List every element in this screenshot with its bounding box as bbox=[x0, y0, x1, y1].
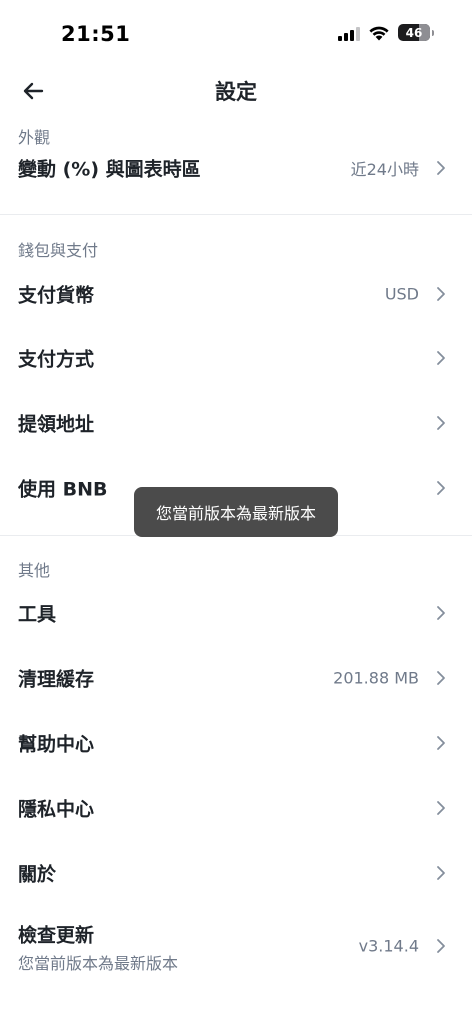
settings-row-withdrawal-address[interactable]: 提領地址 bbox=[0, 398, 472, 448]
row-label: 支付方式 bbox=[18, 348, 95, 371]
settings-row-privacy-center[interactable]: 隱私中心 bbox=[0, 783, 472, 833]
chevron-right-icon bbox=[437, 161, 445, 175]
row-label: 工具 bbox=[18, 603, 57, 626]
row-label: 幫助中心 bbox=[18, 733, 95, 756]
chevron-right-icon bbox=[437, 801, 445, 815]
chevron-right-icon bbox=[437, 671, 445, 685]
toast-message: 您當前版本為最新版本 bbox=[134, 487, 338, 537]
chevron-right-icon bbox=[437, 939, 445, 953]
settings-row-help-center[interactable]: 幫助中心 bbox=[0, 718, 472, 768]
battery-nub bbox=[432, 29, 434, 36]
nav-header: 設定 bbox=[0, 70, 472, 112]
chevron-right-icon bbox=[437, 481, 445, 495]
chevron-right-icon bbox=[437, 351, 445, 365]
row-value: v3.14.4 bbox=[358, 936, 419, 956]
battery-level: 46 bbox=[405, 25, 423, 40]
row-label: 提領地址 bbox=[18, 413, 95, 436]
settings-row-check-update[interactable]: 檢查更新 您當前版本為最新版本 v3.14.4 bbox=[0, 918, 472, 974]
chevron-right-icon bbox=[437, 606, 445, 620]
wifi-icon bbox=[369, 26, 389, 40]
chevron-right-icon bbox=[437, 287, 445, 301]
settings-row-about[interactable]: 關於 bbox=[0, 848, 472, 898]
row-value: 201.88 MB bbox=[333, 668, 419, 688]
chevron-right-icon bbox=[437, 736, 445, 750]
settings-row-clear-cache[interactable]: 清理緩存 201.88 MB bbox=[0, 653, 472, 703]
row-label: 使用 BNB bbox=[18, 478, 108, 501]
row-label: 檢查更新 bbox=[18, 924, 95, 947]
status-bar: 21:51 46 bbox=[0, 0, 472, 70]
section-title-other: 其他 bbox=[18, 561, 51, 580]
signal-icon bbox=[338, 25, 360, 41]
status-icons: 46 bbox=[338, 24, 434, 41]
chevron-right-icon bbox=[437, 416, 445, 430]
row-value: 近24小時 bbox=[350, 160, 419, 179]
chevron-right-icon bbox=[437, 866, 445, 880]
row-label: 關於 bbox=[18, 863, 57, 886]
battery-icon: 46 bbox=[398, 24, 430, 41]
settings-row-payment-method[interactable]: 支付方式 bbox=[0, 333, 472, 383]
row-sublabel: 您當前版本為最新版本 bbox=[18, 954, 179, 973]
page-title: 設定 bbox=[215, 80, 257, 104]
row-label: 支付貨幣 bbox=[18, 284, 95, 307]
settings-row-payment-currency[interactable]: 支付貨幣 USD bbox=[0, 269, 472, 319]
row-value: USD bbox=[384, 284, 419, 304]
row-label: 變動 (%) 與圖表時區 bbox=[18, 158, 201, 181]
row-label: 清理緩存 bbox=[18, 668, 95, 691]
status-time: 21:51 bbox=[61, 22, 131, 46]
settings-row-timezone[interactable]: 變動 (%) 與圖表時區 近24小時 bbox=[0, 143, 472, 193]
section-divider bbox=[0, 214, 472, 215]
settings-row-tools[interactable]: 工具 bbox=[0, 588, 472, 638]
row-label: 隱私中心 bbox=[18, 798, 95, 821]
section-title-wallet: 錢包與支付 bbox=[18, 241, 99, 260]
